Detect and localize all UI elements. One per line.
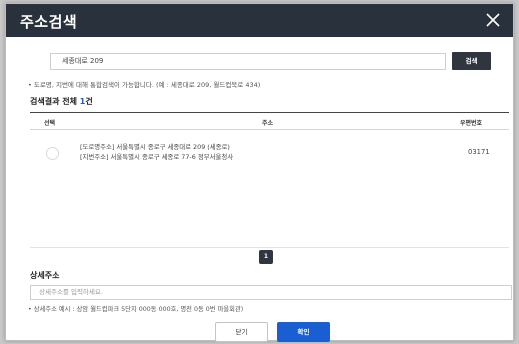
address-search-dialog: 주소검색 세종대로 209 검색 • 도로명, 지번에 대해 통합검색이 가능합… bbox=[5, 3, 514, 342]
jibun-address: [지번주소] 서울특별시 종로구 세종로 77-6 정부서울청사 bbox=[80, 153, 234, 161]
result-table: 선택 주소 우편번호 [도로명주소] 서울특별시 종로구 세종대로 209 (세… bbox=[30, 112, 509, 248]
column-header-zip: 우편번호 bbox=[460, 120, 483, 127]
radio-button[interactable] bbox=[46, 147, 59, 160]
result-summary-suffix: 건 bbox=[85, 97, 93, 106]
table-header: 선택 주소 우편번호 bbox=[30, 112, 509, 130]
detail-address-input[interactable]: 상세주소를 입력하세요. bbox=[30, 285, 512, 300]
dialog-titlebar: 주소검색 bbox=[6, 4, 513, 37]
detail-address-hint: • 상세주소 예시 : 상암 월드컵파크 5단지 000동 000호, 명전 0… bbox=[28, 306, 244, 313]
search-hint: • 도로명, 지번에 대해 통합검색이 가능합니다. (예 : 세종대로 209… bbox=[28, 81, 261, 89]
zip-code: 03171 bbox=[468, 148, 490, 156]
detail-address-title: 상세주소 bbox=[30, 271, 60, 280]
search-input[interactable]: 세종대로 209 bbox=[50, 53, 446, 70]
page-button-current[interactable]: 1 bbox=[259, 250, 273, 264]
address-cell: [도로명주소] 서울특별시 종로구 세종대로 209 (세종로) [지번주소] … bbox=[80, 142, 233, 162]
road-address: [도로명주소] 서울특별시 종로구 세종대로 209 (세종로) bbox=[80, 143, 230, 151]
confirm-button[interactable]: 확인 bbox=[277, 322, 330, 342]
close-icon[interactable] bbox=[483, 10, 503, 30]
result-summary: 검색결과 전체 1건 bbox=[30, 96, 93, 107]
search-button[interactable]: 검색 bbox=[452, 52, 491, 70]
result-summary-prefix: 검색결과 전체 bbox=[30, 97, 80, 106]
column-header-select: 선택 bbox=[44, 120, 56, 127]
column-header-address: 주소 bbox=[262, 120, 274, 127]
close-button[interactable]: 닫기 bbox=[215, 322, 268, 342]
dialog-title: 주소검색 bbox=[20, 13, 78, 31]
table-body: [도로명주소] 서울특별시 종로구 세종대로 209 (세종로) [지번주소] … bbox=[30, 130, 509, 248]
